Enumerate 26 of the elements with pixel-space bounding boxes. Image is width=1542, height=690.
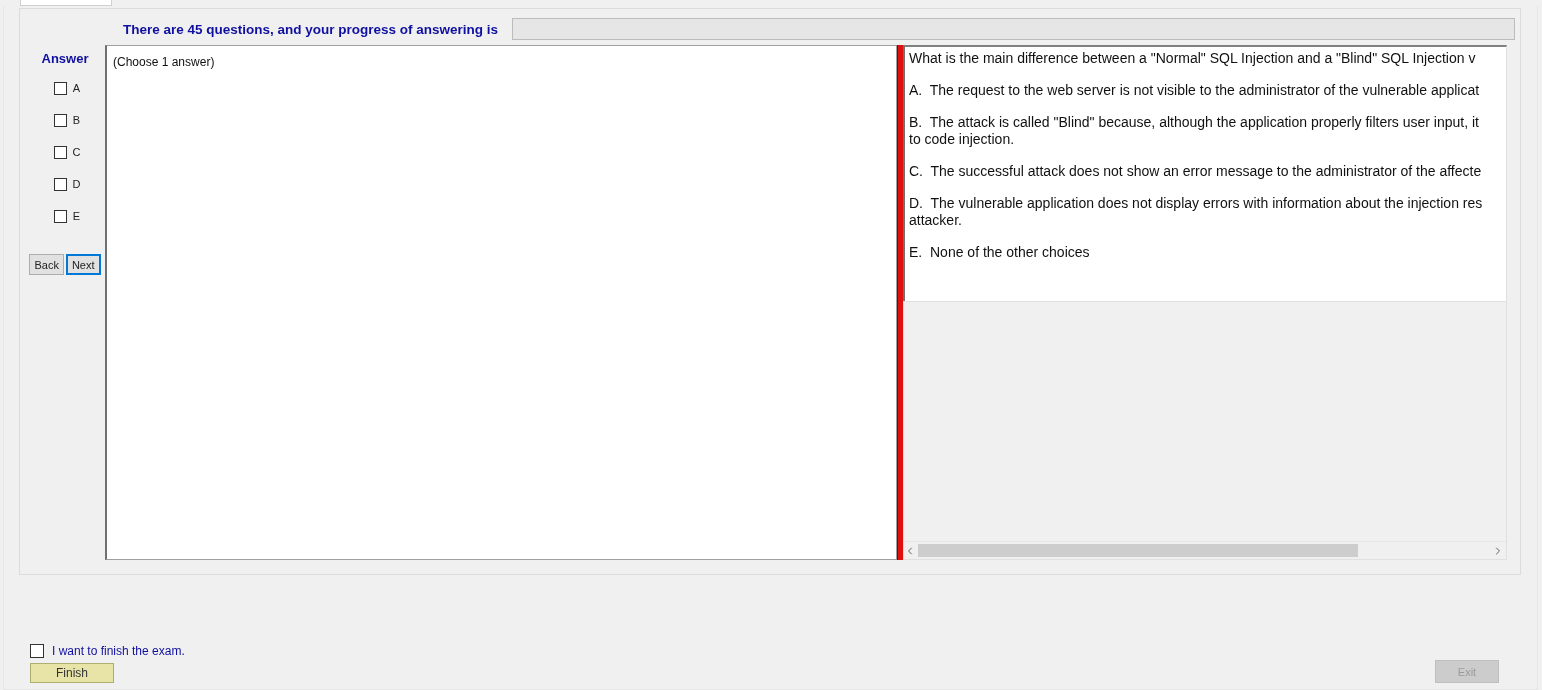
answer-letter: D — [72, 178, 81, 190]
finish-button[interactable]: Finish — [30, 663, 114, 683]
question-text: C. The successful attack does not show an error message to the administrator of the affecte — [909, 163, 1483, 180]
question-text: D. The vulnerable application does not display errors with information about the injection res — [909, 195, 1484, 212]
question-text: attacker. — [909, 212, 963, 229]
question-text: A. The request to the web server is not visible to the administrator of the vulnerable applicat — [909, 82, 1481, 99]
answer-checkbox[interactable] — [53, 177, 67, 191]
instruction-text: (Choose 1 answer) — [113, 55, 215, 69]
answer-checkbox[interactable] — [53, 145, 67, 159]
answer-checkbox[interactable] — [53, 81, 67, 95]
nav-button[interactable]: Back — [29, 254, 64, 275]
question-text: to code injection. — [909, 131, 1016, 148]
answer-checkbox[interactable] — [53, 209, 67, 223]
answer-letter: B — [72, 114, 81, 126]
nav-button[interactable]: Next — [65, 254, 101, 275]
question-text: What is the main difference between a "Normal" SQL Injection and a "Blind" SQL Injection v — [909, 50, 1477, 67]
answer-letter: C — [72, 146, 81, 158]
question-text: B. The attack is called "Blind" because, although the application properly filters user input, it — [909, 114, 1480, 131]
progress-label: There are 45 questions, and your progress of answering is — [123, 21, 499, 37]
finish-checkbox[interactable] — [30, 644, 44, 658]
finish-label: I want to finish the exam. — [52, 644, 185, 658]
answer-letter: A — [72, 82, 81, 94]
answer-letter: E — [72, 210, 81, 222]
question-text: E. None of the other choices — [909, 244, 1091, 261]
answer-checkbox[interactable] — [53, 113, 67, 127]
answer-heading: Answer — [41, 51, 89, 66]
